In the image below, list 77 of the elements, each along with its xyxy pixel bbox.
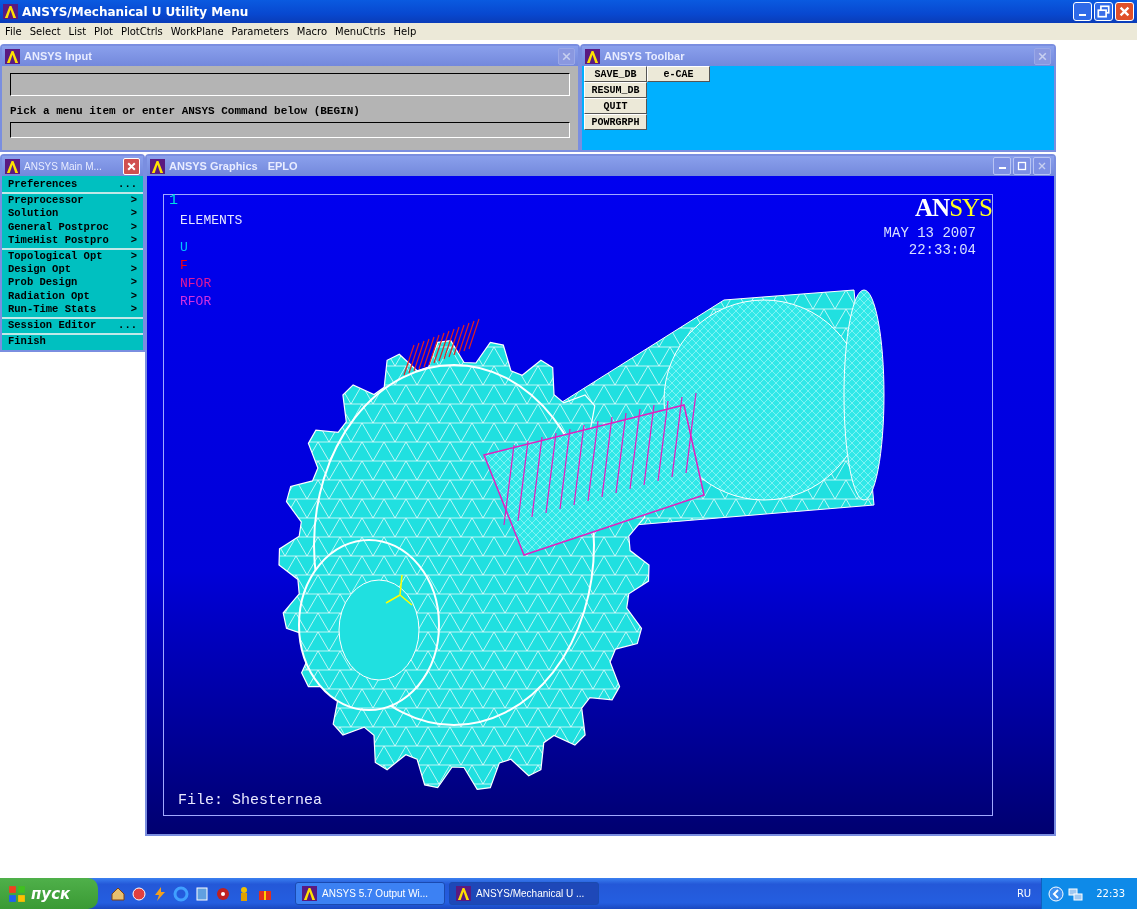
close-icon	[1037, 161, 1047, 171]
toolbar-button[interactable]: POWRGRPH	[584, 114, 647, 130]
menu-item[interactable]: List	[65, 26, 92, 37]
clock: 22:33	[1096, 888, 1125, 899]
menu-item[interactable]: Session Editor ...	[2, 319, 143, 333]
menu-item[interactable]: Solution >	[2, 207, 143, 221]
maximize-icon	[1017, 161, 1027, 171]
toolbar-button[interactable]: SAVE_DB	[584, 66, 647, 82]
maximize-button[interactable]	[1013, 157, 1031, 175]
plot-date: MAY 13 2007	[883, 225, 976, 241]
app-logo-icon	[302, 886, 317, 901]
file-name: File: Shesternea	[178, 792, 323, 809]
lightning-icon[interactable]	[152, 885, 168, 902]
window-subtitle: EPLO	[267, 160, 298, 172]
close-icon	[561, 50, 572, 62]
app-logo-icon	[3, 4, 18, 19]
legend-label: NFOR	[180, 275, 212, 293]
app-logo-icon	[5, 158, 20, 174]
menu-item[interactable]: General Postproc >	[2, 220, 143, 234]
app-logo-icon	[456, 886, 471, 901]
menu-item[interactable]: Preferences ...	[2, 178, 143, 192]
menu-item[interactable]: Select	[26, 26, 66, 37]
prompt-text: Pick a menu item or enter ANSYS Command below (BEGIN)	[10, 105, 361, 117]
ansys-logo: ANSYS	[915, 195, 992, 221]
menu-item[interactable]: Plot	[91, 26, 118, 37]
window-number: 1	[169, 192, 178, 209]
minimize-icon	[1079, 14, 1086, 16]
menu-item[interactable]: Design Opt >	[2, 263, 143, 277]
network-icon[interactable]	[1068, 885, 1085, 902]
menu-item[interactable]: Prob Design >	[2, 276, 143, 290]
toolbar-button[interactable]: RESUM_DB	[584, 82, 647, 98]
command-input[interactable]	[10, 122, 570, 138]
menu-item[interactable]: Radiation Opt >	[2, 289, 143, 303]
plot-heading: ELEMENTS	[180, 213, 243, 228]
taskbar-button[interactable]: ANSYS 5.7 Output Wi...	[295, 882, 445, 905]
minimize-icon	[998, 167, 1006, 169]
menu-item[interactable]: Macro	[293, 26, 333, 37]
menu-item[interactable]: File	[2, 26, 27, 37]
menu-item[interactable]: Run-Time Stats >	[2, 302, 143, 317]
house-icon[interactable]	[110, 885, 126, 902]
app-logo-icon	[150, 158, 165, 174]
menu-item[interactable]: MenuCtrls	[332, 26, 391, 37]
chevron-icon[interactable]	[1048, 885, 1065, 902]
window-title: ANSYS/Mechanical U Utility Menu	[22, 4, 249, 19]
close-button[interactable]	[1033, 157, 1051, 175]
menu-item[interactable]: Topological Opt >	[2, 250, 143, 264]
menu-item[interactable]: PlotCtrls	[117, 26, 168, 37]
restore-icon	[1097, 5, 1110, 18]
window-title: ANSYS Graphics	[169, 160, 258, 172]
media-icon[interactable]	[215, 885, 231, 902]
app-logo-icon	[585, 48, 600, 64]
browser-icon[interactable]	[173, 885, 189, 902]
window-title: ANSYS Main M...	[24, 160, 102, 172]
language-indicator[interactable]: RU	[1016, 888, 1032, 899]
legend-label: F	[180, 257, 189, 275]
plot-time: 22:33:04	[908, 242, 976, 258]
restore-button[interactable]	[1094, 2, 1113, 21]
menu-item[interactable]: Help	[390, 26, 422, 37]
toolbar-button[interactable]: QUIT	[584, 98, 647, 114]
close-icon	[126, 160, 137, 172]
menu-item[interactable]: TimeHist Postpro >	[2, 233, 143, 247]
windows-flag-icon	[8, 884, 26, 903]
close-icon	[1118, 5, 1131, 18]
menu-item[interactable]: Preprocessor >	[2, 194, 143, 208]
window-title: ANSYS Toolbar	[604, 50, 685, 62]
window-title: ANSYS Input	[24, 50, 92, 62]
legend-label: RFOR	[180, 293, 212, 311]
menu-item[interactable]: Finish	[2, 335, 143, 349]
taskbar-button[interactable]: ANSYS/Mechanical U ...	[449, 882, 599, 905]
document-icon[interactable]	[194, 885, 210, 902]
menu-item[interactable]: Parameters	[228, 26, 294, 37]
app-logo-icon	[5, 48, 20, 64]
toolbar-button[interactable]: e-CAE	[647, 66, 710, 82]
menu-item[interactable]: WorkPlane	[167, 26, 229, 37]
minimize-button[interactable]	[993, 157, 1011, 175]
close-icon	[1037, 50, 1048, 62]
legend-label: U	[180, 239, 189, 257]
